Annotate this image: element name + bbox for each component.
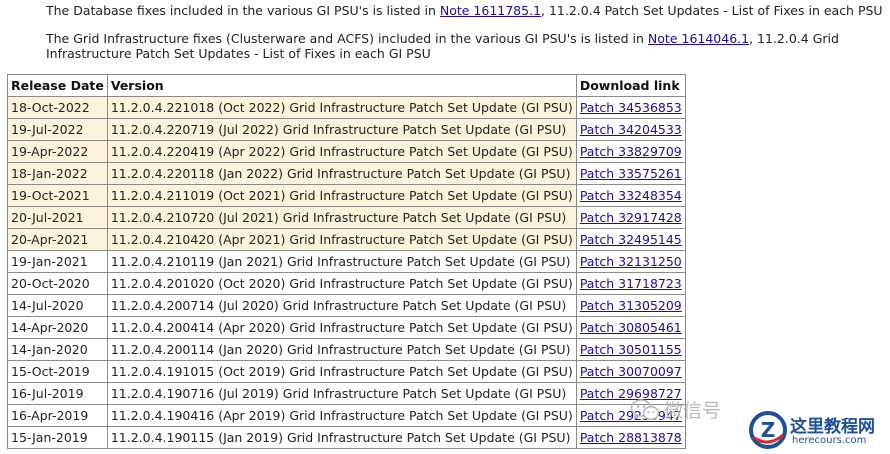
wechat-watermark: 微信号: [630, 396, 721, 423]
site-logo: Z 这里教程网 herecours.com: [748, 410, 890, 451]
version-cell: 11.2.0.4.190115 (Jan 2019) Grid Infrastr…: [106, 426, 577, 449]
version-cell: 11.2.0.4.221018 (Oct 2022) Grid Infrastr…: [106, 96, 577, 119]
table-row: 14-Apr-2020 11.2.0.4.200414 (Apr 2020) Gr…: [7, 316, 686, 339]
table-row: 19-Jan-2021 11.2.0.4.210119 (Jan 2021) Gr…: [7, 250, 686, 273]
table-row: 19-Jul-2022 11.2.0.4.220719 (Jul 2022) Gr…: [7, 118, 686, 141]
paragraph-text: , 11.2.0.4 Patch Set Updates - List of F…: [541, 3, 883, 18]
table-row: 19-Apr-2022 11.2.0.4.220419 (Apr 2022) Gr…: [7, 140, 686, 163]
version-cell: 11.2.0.4.220118 (Jan 2022) Grid Infrastr…: [106, 162, 577, 185]
version-cell: 11.2.0.4.220719 (Jul 2022) Grid Infrastr…: [106, 118, 577, 141]
download-link-cell: Patch 31305209: [575, 294, 686, 317]
release-date-cell: 20-Oct-2020: [7, 272, 108, 295]
download-link-cell: Patch 34204533: [575, 118, 686, 141]
patch-download-link[interactable]: Patch 30070097: [580, 364, 682, 379]
patch-download-link[interactable]: Patch 33575261: [580, 166, 682, 181]
version-cell: 11.2.0.4.200114 (Jan 2020) Grid Infrastr…: [106, 338, 577, 361]
patch-download-link[interactable]: Patch 34204533: [580, 122, 682, 137]
download-link-cell: Patch 32131250: [575, 250, 686, 273]
patch-table: Release Date Version Download link 18-Oc…: [7, 74, 686, 449]
download-link-cell: Patch 32495145: [575, 228, 686, 251]
download-link-cell: Patch 32917428: [575, 206, 686, 229]
release-date-cell: 20-Jul-2021: [7, 206, 108, 229]
table-row: 14-Jan-2020 11.2.0.4.200114 (Jan 2020) Gr…: [7, 338, 686, 361]
table-header-row: Release Date Version Download link: [7, 74, 686, 97]
download-link-cell: Patch 33829709: [575, 140, 686, 163]
release-date-cell: 18-Oct-2022: [7, 96, 108, 119]
download-link-cell: Patch 34536853: [575, 96, 686, 119]
release-date-cell: 18-Jan-2022: [7, 162, 108, 185]
database-fixes-paragraph: The Database fixes included in the vario…: [46, 3, 883, 18]
table-row: 18-Jan-2022 11.2.0.4.220118 (Jan 2022) Gr…: [7, 162, 686, 185]
download-link-cell: Patch 30805461: [575, 316, 686, 339]
release-date-cell: 14-Jan-2020: [7, 338, 108, 361]
release-date-cell: 15-Jan-2019: [7, 426, 108, 449]
download-link-cell: Patch 33248354: [575, 184, 686, 207]
paragraph-text: The Database fixes included in the vario…: [46, 3, 440, 18]
table-row: 20-Apr-2021 11.2.0.4.210420 (Apr 2021) Gr…: [7, 228, 686, 251]
header-release-date: Release Date: [7, 74, 108, 97]
version-cell: 11.2.0.4.210119 (Jan 2021) Grid Infrastr…: [106, 250, 577, 273]
patch-download-link[interactable]: Patch 32131250: [580, 254, 682, 269]
version-cell: 11.2.0.4.190716 (Jul 2019) Grid Infrastr…: [106, 382, 577, 405]
release-date-cell: 19-Jul-2022: [7, 118, 108, 141]
patch-download-link[interactable]: Patch 31718723: [580, 276, 682, 291]
table-row: 14-Jul-2020 11.2.0.4.200714 (Jul 2020) Gr…: [7, 294, 686, 317]
table-row: 18-Oct-2022 11.2.0.4.221018 (Oct 2022) Gr…: [7, 96, 686, 119]
svg-text:Z: Z: [761, 418, 776, 442]
patch-download-link[interactable]: Patch 32917428: [580, 210, 682, 225]
version-cell: 11.2.0.4.191015 (Oct 2019) Grid Infrastr…: [106, 360, 577, 383]
version-cell: 11.2.0.4.190416 (Apr 2019) Grid Infrastr…: [106, 404, 577, 427]
version-cell: 11.2.0.4.201020 (Oct 2020) Grid Infrastr…: [106, 272, 577, 295]
table-row: 20-Jul-2021 11.2.0.4.210720 (Jul 2021) Gr…: [7, 206, 686, 229]
release-date-cell: 14-Jul-2020: [7, 294, 108, 317]
release-date-cell: 16-Jul-2019: [7, 382, 108, 405]
grid-infrastructure-fixes-paragraph: The Grid Infrastructure fixes (Clusterwa…: [46, 31, 886, 61]
release-date-cell: 19-Apr-2022: [7, 140, 108, 163]
patch-download-link[interactable]: Patch 34536853: [580, 100, 682, 115]
patch-download-link[interactable]: Patch 33248354: [580, 188, 682, 203]
version-cell: 11.2.0.4.220419 (Apr 2022) Grid Infrastr…: [106, 140, 577, 163]
header-download-link: Download link: [575, 74, 686, 97]
site-logo-domain: herecours.com: [792, 435, 867, 446]
release-date-cell: 19-Oct-2021: [7, 184, 108, 207]
watermark-text: 微信号: [664, 400, 722, 422]
download-link-cell: Patch 30070097: [575, 360, 686, 383]
patch-table-body: 18-Oct-2022 11.2.0.4.221018 (Oct 2022) Gr…: [7, 96, 686, 449]
table-row: 20-Oct-2020 11.2.0.4.201020 (Oct 2020) Gr…: [7, 272, 686, 295]
download-link-cell: Patch 33575261: [575, 162, 686, 185]
release-date-cell: 16-Apr-2019: [7, 404, 108, 427]
table-row: 19-Oct-2021 11.2.0.4.211019 (Oct 2021) Gr…: [7, 184, 686, 207]
version-cell: 11.2.0.4.200714 (Jul 2020) Grid Infrastr…: [106, 294, 577, 317]
download-link-cell: Patch 31718723: [575, 272, 686, 295]
site-logo-name: 这里教程网: [790, 417, 875, 437]
release-date-cell: 19-Jan-2021: [7, 250, 108, 273]
table-row: 16-Apr-2019 11.2.0.4.190416 (Apr 2019) Gr…: [7, 404, 686, 427]
note-1611785-link[interactable]: Note 1611785.1: [440, 3, 541, 18]
release-date-cell: 14-Apr-2020: [7, 316, 108, 339]
patch-download-link[interactable]: Patch 33829709: [580, 144, 682, 159]
release-date-cell: 20-Apr-2021: [7, 228, 108, 251]
note-1614046-link[interactable]: Note 1614046.1: [648, 31, 749, 46]
patch-download-link[interactable]: Patch 32495145: [580, 232, 682, 247]
release-date-cell: 15-Oct-2019: [7, 360, 108, 383]
table-row: 15-Jan-2019 11.2.0.4.190115 (Jan 2019) Gr…: [7, 426, 686, 449]
version-cell: 11.2.0.4.211019 (Oct 2021) Grid Infrastr…: [106, 184, 577, 207]
patch-download-link[interactable]: Patch 30501155: [580, 342, 682, 357]
wechat-icon: [630, 398, 660, 422]
version-cell: 11.2.0.4.210420 (Apr 2021) Grid Infrastr…: [106, 228, 577, 251]
version-cell: 11.2.0.4.200414 (Apr 2020) Grid Infrastr…: [106, 316, 577, 339]
patch-download-link[interactable]: Patch 30805461: [580, 320, 682, 335]
table-row: 16-Jul-2019 11.2.0.4.190716 (Jul 2019) Gr…: [7, 382, 686, 405]
download-link-cell: Patch 28813878: [575, 426, 686, 449]
patch-download-link[interactable]: Patch 31305209: [580, 298, 682, 313]
paragraph-text: The Grid Infrastructure fixes (Clusterwa…: [46, 31, 648, 46]
header-version: Version: [106, 74, 577, 97]
download-link-cell: Patch 30501155: [575, 338, 686, 361]
table-row: 15-Oct-2019 11.2.0.4.191015 (Oct 2019) Gr…: [7, 360, 686, 383]
site-logo-badge-icon: Z: [748, 410, 788, 454]
version-cell: 11.2.0.4.210720 (Jul 2021) Grid Infrastr…: [106, 206, 577, 229]
patch-download-link[interactable]: Patch 28813878: [580, 430, 682, 445]
